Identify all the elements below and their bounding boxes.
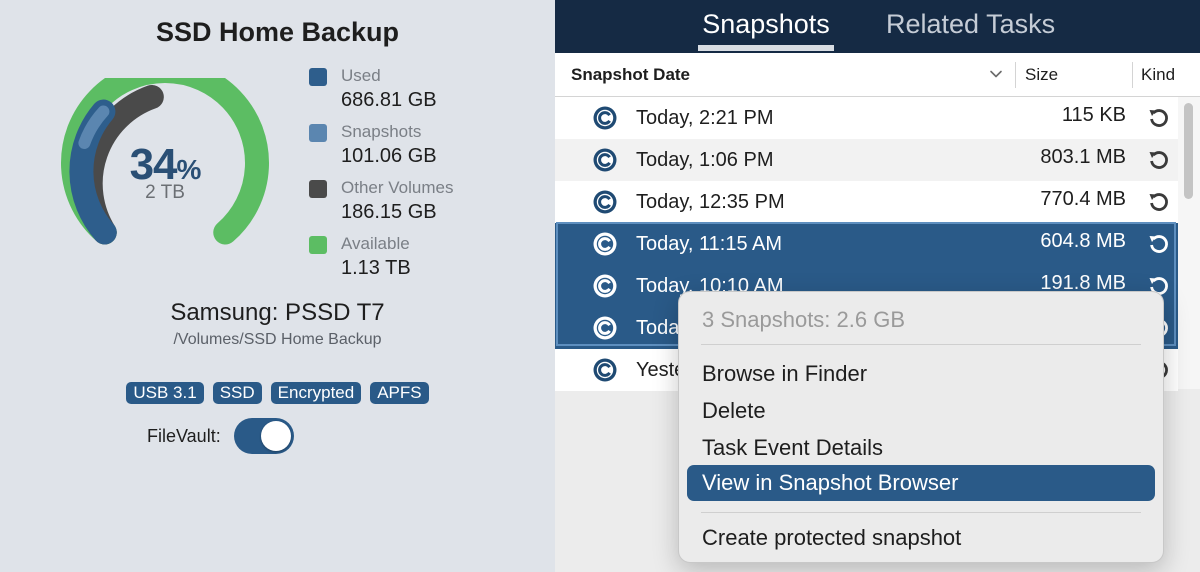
scrollbar-thumb[interactable] <box>1184 103 1193 199</box>
tab-related-tasks[interactable]: Related Tasks <box>886 6 1055 42</box>
restore-icon <box>1149 151 1168 169</box>
legend-item-available: Available 1.13 TB <box>309 234 453 290</box>
table-header: Snapshot Date Size Kind <box>555 53 1200 97</box>
snapshot-icon <box>593 274 617 298</box>
snapshot-icon <box>593 148 617 172</box>
legend-value: 186.15 GB <box>341 201 437 223</box>
legend-value: 686.81 GB <box>341 89 437 111</box>
legend-label: Available <box>341 234 410 253</box>
filevault-toggle[interactable] <box>233 418 294 454</box>
snapshot-size: 770.4 MB <box>1040 188 1126 210</box>
table-row[interactable]: Today, 2:21 PM 115 KB <box>555 97 1178 139</box>
menu-separator <box>701 512 1141 513</box>
usage-percent-sign: % <box>176 154 202 185</box>
legend-item-snapshots: Snapshots 101.06 GB <box>309 122 453 178</box>
menu-item-view-in-snapshot-browser[interactable]: View in Snapshot Browser <box>687 465 1155 501</box>
legend-swatch-snapshots <box>309 124 327 142</box>
restore-icon <box>1149 193 1168 211</box>
tag-encrypted: Encrypted <box>270 382 362 404</box>
tag-usb: USB 3.1 <box>126 382 204 404</box>
usage-gauge: 34% 2 TB <box>60 58 270 258</box>
mount-path: /Volumes/SSD Home Backup <box>173 331 382 348</box>
snapshot-date: Today, 2:21 PM <box>636 107 774 129</box>
table-row[interactable]: Today, 1:06 PM 803.1 MB <box>555 139 1178 181</box>
chevron-down-icon[interactable] <box>989 67 1003 81</box>
snapshot-icon <box>593 106 617 130</box>
tag-ssd: SSD <box>212 382 262 404</box>
volume-title: SSD Home Backup <box>155 17 400 47</box>
snapshot-date: Today, 11:15 AM <box>636 233 783 255</box>
menu-item-create-protected-snapshot[interactable]: Create protected snapshot <box>702 524 961 552</box>
column-divider[interactable] <box>1132 62 1133 88</box>
legend-item-used: Used 686.81 GB <box>309 66 453 122</box>
context-menu: 3 Snapshots: 2.6 GB Browse in Finder Del… <box>678 291 1164 563</box>
snapshot-icon <box>593 232 617 256</box>
vertical-scrollbar[interactable] <box>1178 97 1200 389</box>
table-row[interactable]: Today, 12:35 PM 770.4 MB <box>555 181 1178 223</box>
toggle-knob <box>260 421 291 451</box>
volume-panel: SSD Home Backup 34% 2 TB Used 686.81 GB … <box>0 0 555 572</box>
filevault-label: FileVault: <box>147 425 221 446</box>
legend-label: Other Volumes <box>341 178 454 197</box>
restore-icon <box>1149 109 1168 127</box>
snapshot-size: 803.1 MB <box>1040 146 1126 168</box>
column-divider[interactable] <box>1015 62 1016 88</box>
active-tab-indicator <box>698 45 834 51</box>
menu-separator <box>701 344 1141 345</box>
legend-swatch-available <box>309 236 327 254</box>
restore-icon <box>1149 235 1168 253</box>
legend-value: 1.13 TB <box>341 257 411 279</box>
snapshot-icon <box>593 316 617 340</box>
snapshot-icon <box>593 190 617 214</box>
snapshot-icon <box>593 358 617 382</box>
snapshot-date: Today, 1:06 PM <box>636 149 774 171</box>
context-menu-header: 3 Snapshots: 2.6 GB <box>702 307 906 332</box>
menu-item-task-event-details[interactable]: Task Event Details <box>702 434 883 462</box>
filevault-row: FileVault: <box>147 418 294 454</box>
volume-capacity: 2 TB <box>145 182 185 203</box>
tag-apfs: APFS <box>370 382 429 404</box>
menu-item-label: View in Snapshot Browser <box>702 470 959 495</box>
snapshot-size: 115 KB <box>1061 104 1126 126</box>
legend-item-other-volumes: Other Volumes 186.15 GB <box>309 178 453 234</box>
column-header-kind[interactable]: Kind <box>1141 65 1175 85</box>
usage-legend: Used 686.81 GB Snapshots 101.06 GB Other… <box>309 66 453 290</box>
legend-value: 101.06 GB <box>341 145 437 167</box>
table-row-selected[interactable]: Today, 11:15 AM 604.8 MB <box>555 223 1178 265</box>
legend-swatch-used <box>309 68 327 86</box>
column-header-size[interactable]: Size <box>1025 65 1058 85</box>
device-name: Samsung: PSSD T7 <box>170 299 385 326</box>
snapshot-date: Today, 12:35 PM <box>636 191 785 213</box>
column-header-snapshot-date[interactable]: Snapshot Date <box>571 65 690 85</box>
menu-item-delete[interactable]: Delete <box>702 397 766 425</box>
snapshot-date: Toda <box>636 317 680 339</box>
legend-label: Snapshots <box>341 122 422 141</box>
legend-swatch-other-volumes <box>309 180 327 198</box>
legend-label: Used <box>341 66 381 85</box>
volume-tags: USB 3.1 SSD Encrypted APFS <box>0 382 555 404</box>
menu-item-browse-in-finder[interactable]: Browse in Finder <box>702 360 867 388</box>
tab-bar: Snapshots Related Tasks <box>555 0 1200 53</box>
tab-snapshots[interactable]: Snapshots <box>698 6 834 42</box>
snapshot-size: 604.8 MB <box>1040 230 1126 252</box>
